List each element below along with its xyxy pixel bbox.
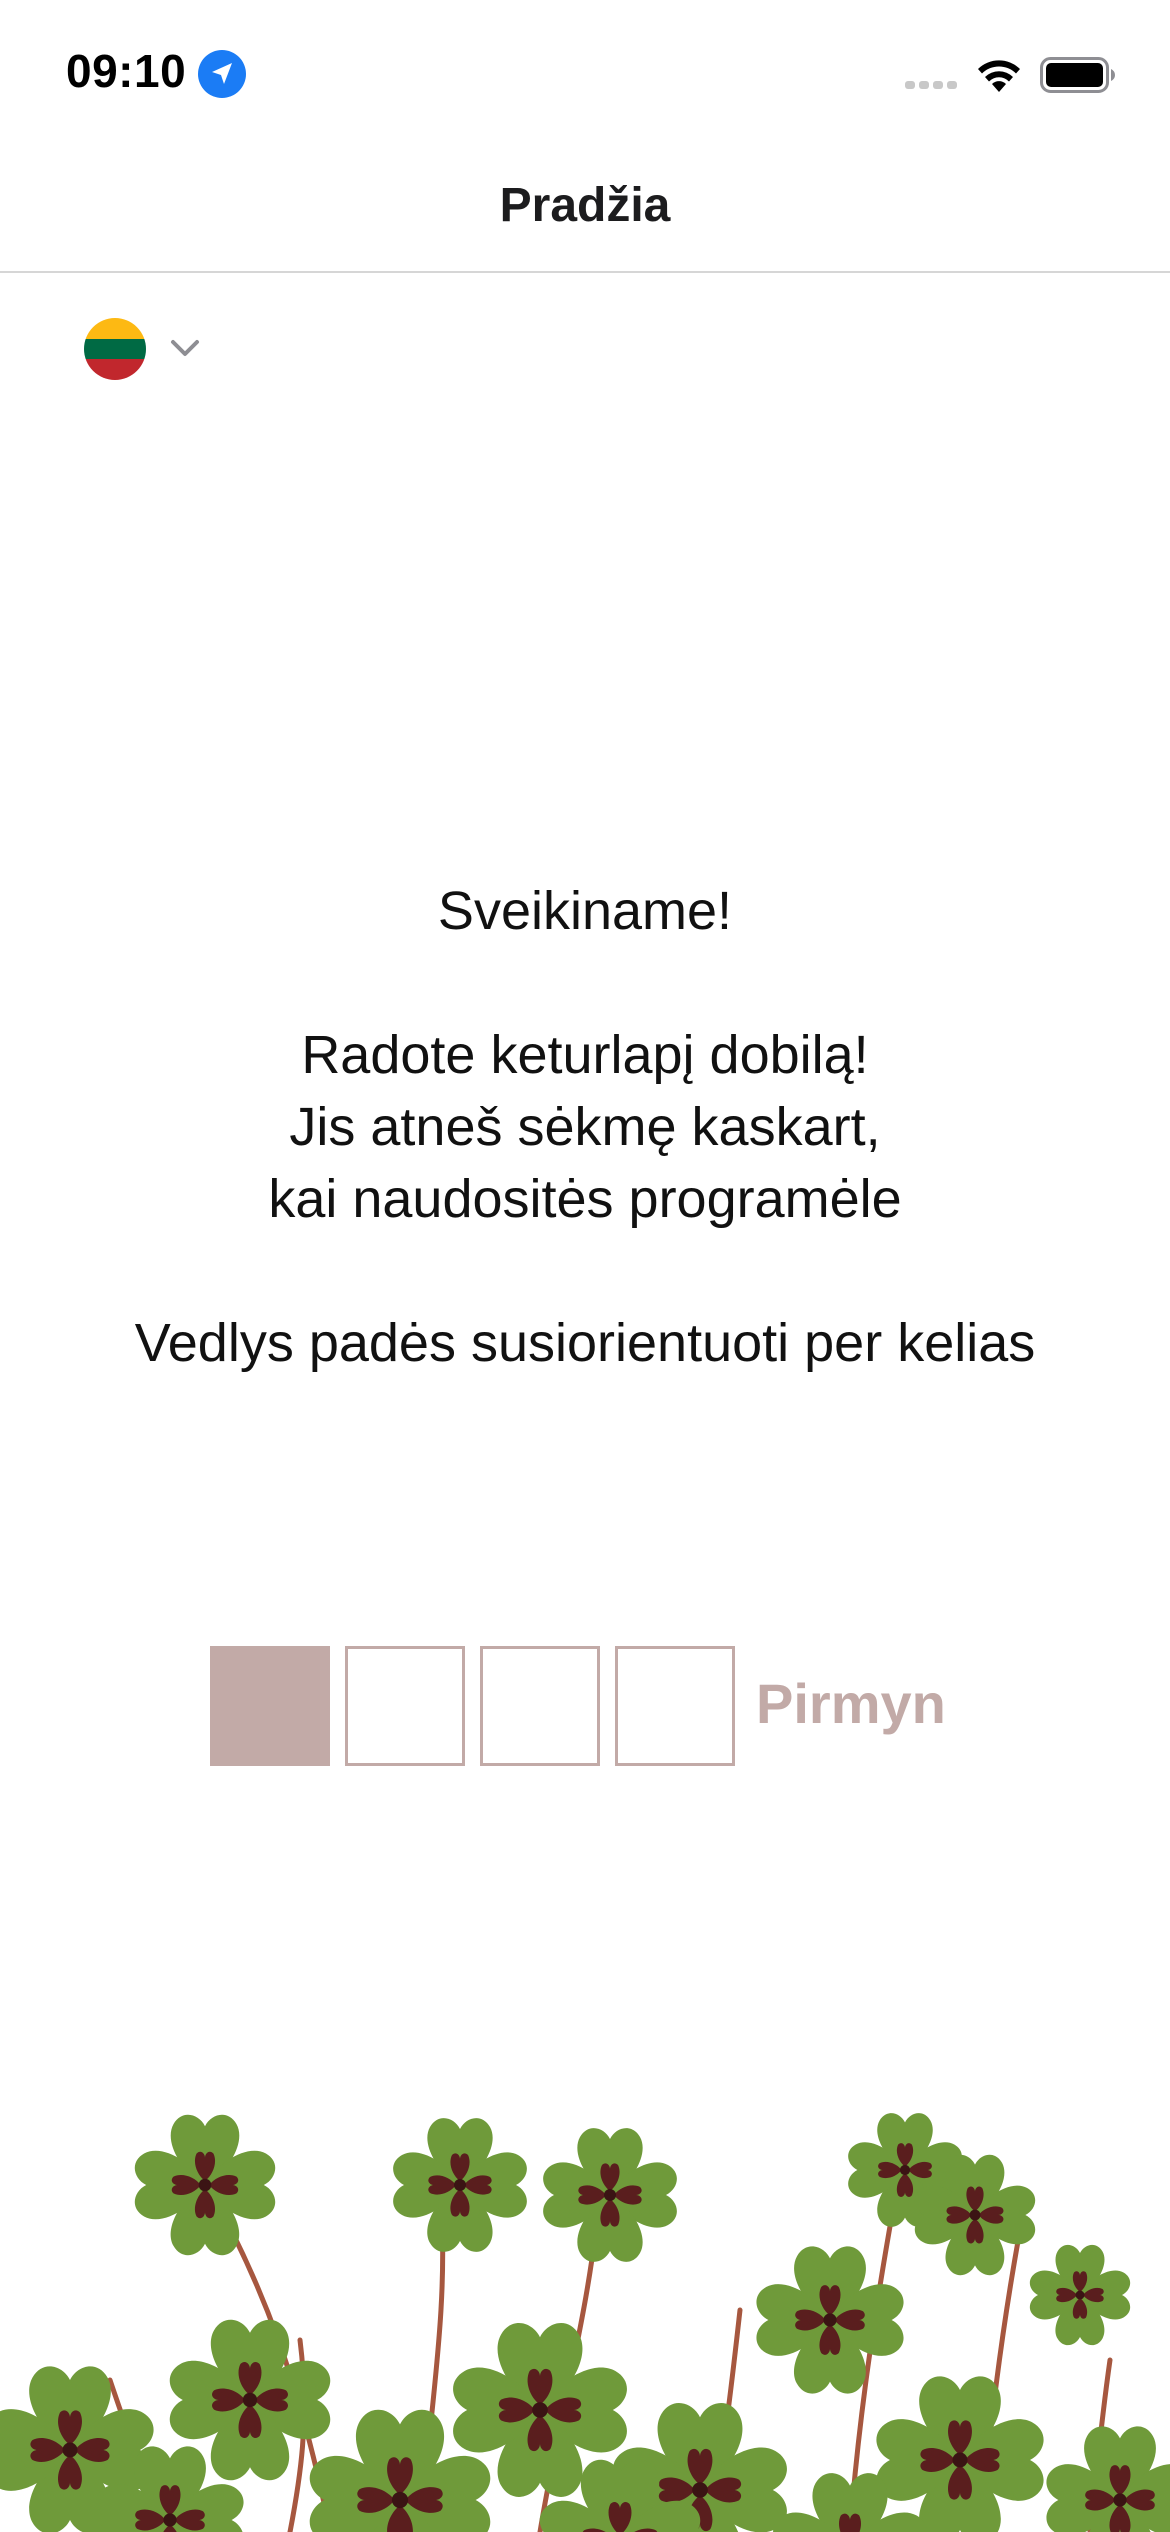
step-indicator-4: [615, 1646, 735, 1766]
language-selector[interactable]: [84, 316, 214, 382]
next-button[interactable]: Pirmyn: [756, 1672, 946, 1736]
clover-plants-image: [0, 2080, 1170, 2532]
chevron-down-icon: [171, 340, 199, 356]
step-indicator-2: [345, 1646, 465, 1766]
luck-text: Jis atneš sėkmę kaskart,: [289, 1097, 881, 1157]
cellular-signal-icon: [905, 81, 957, 89]
navigation-bar: Pradžia: [0, 140, 1170, 273]
status-time: 09:10: [66, 45, 187, 97]
welcome-message: Sveikiname! Radote keturlapį dobilą! Jis…: [0, 875, 1170, 1379]
step-indicator-1: [210, 1646, 330, 1766]
location-arrow-icon: [198, 50, 246, 98]
wifi-icon: [978, 60, 1020, 92]
welcome-screen: 09:10 Pradžia Sveikiname! Radote keturla…: [0, 0, 1170, 2532]
guide-text: Vedlys padės susiorientuoti per kelias: [134, 1313, 1036, 1373]
found-clover-text: Radote keturlapį dobilą!: [301, 1025, 869, 1085]
page-title: Pradžia: [499, 179, 671, 232]
step-indicator-3: [480, 1646, 600, 1766]
app-usage-text: kai naudositės programėle: [268, 1169, 902, 1229]
status-bar: 09:10: [0, 0, 1170, 140]
greeting-text: Sveikiname!: [437, 881, 733, 941]
battery-icon: [1040, 57, 1115, 93]
lithuania-flag-icon: [84, 318, 146, 380]
